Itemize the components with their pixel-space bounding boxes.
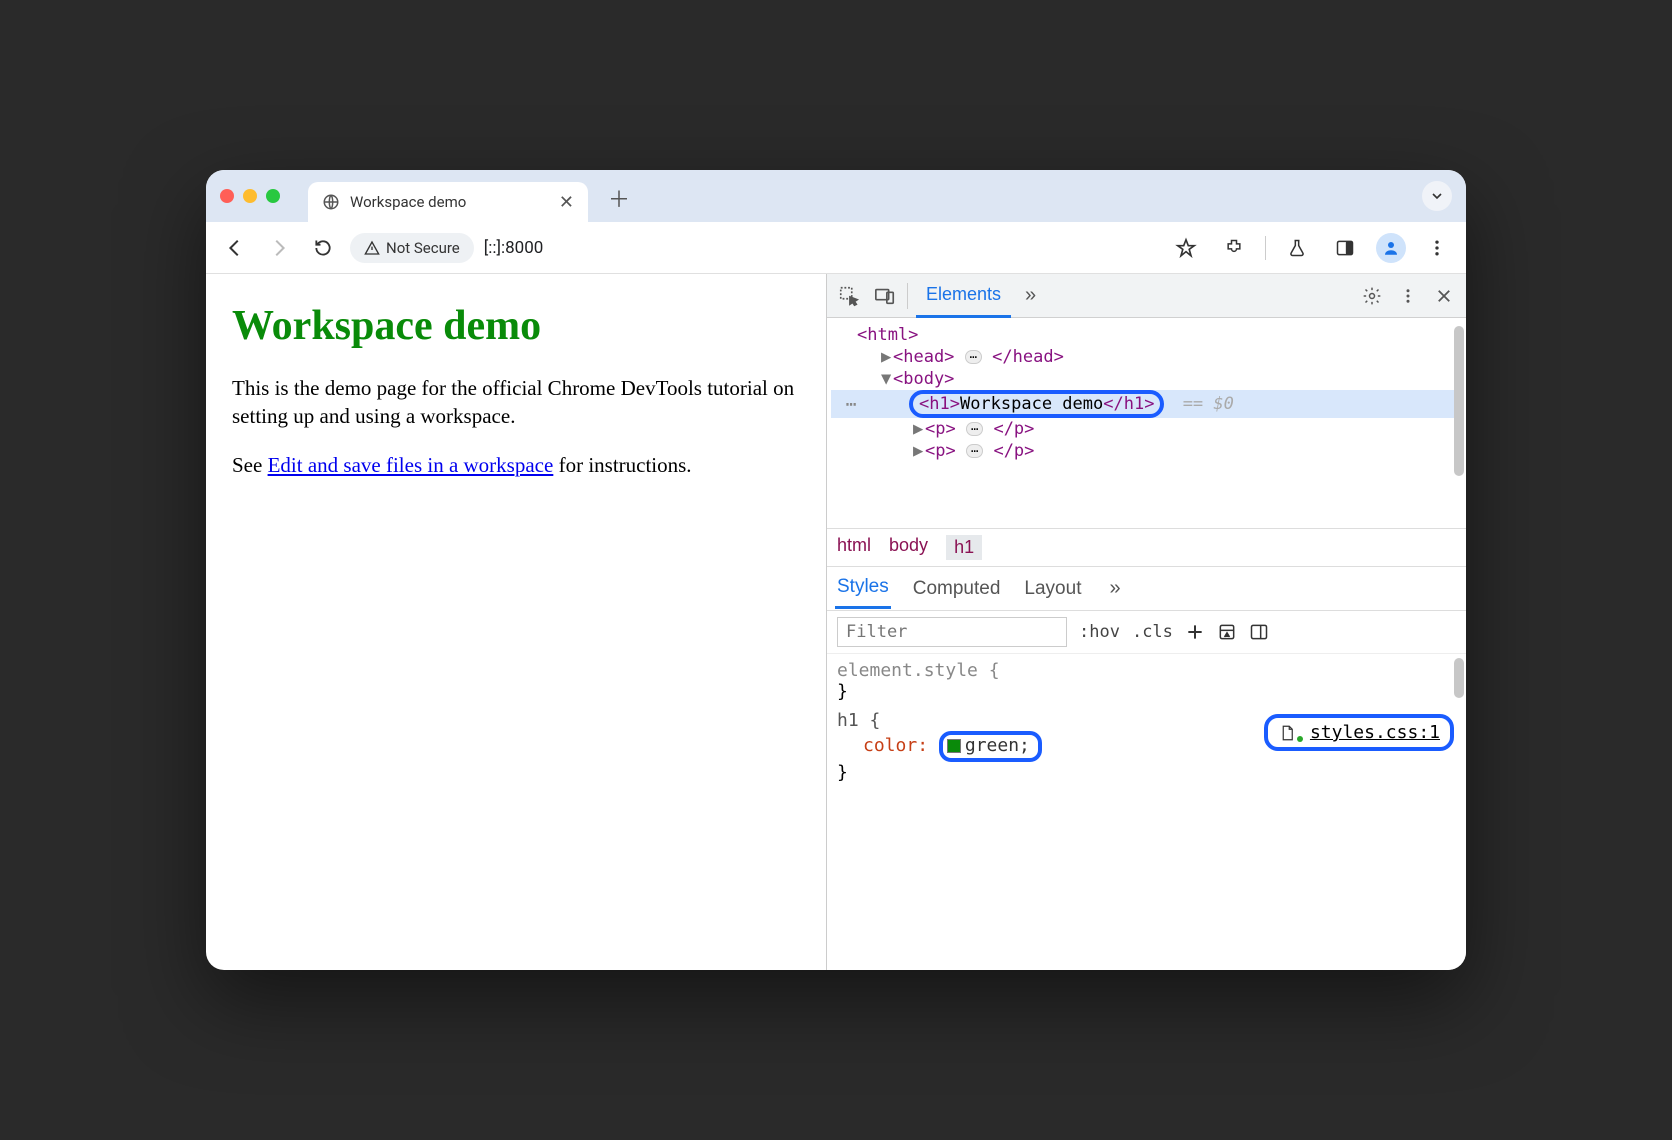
dom-h1-open: <h1> bbox=[919, 394, 960, 414]
new-style-rule-icon[interactable] bbox=[1185, 622, 1205, 642]
color-value-highlight: green; bbox=[939, 731, 1042, 762]
source-link[interactable]: styles.css:1 bbox=[1264, 714, 1454, 751]
color-swatch-icon[interactable] bbox=[947, 739, 961, 753]
hov-toggle[interactable]: :hov bbox=[1079, 622, 1120, 642]
tab-layout[interactable]: Layout bbox=[1022, 570, 1083, 608]
ellipsis-icon[interactable]: ⋯ bbox=[966, 422, 983, 436]
breadcrumb-html[interactable]: html bbox=[837, 535, 871, 560]
scrollbar[interactable] bbox=[1454, 658, 1464, 698]
security-chip[interactable]: Not Secure bbox=[350, 233, 474, 263]
page-paragraph-1: This is the demo page for the official C… bbox=[232, 374, 800, 431]
breadcrumb-h1[interactable]: h1 bbox=[946, 535, 982, 560]
close-brace: } bbox=[837, 681, 1456, 702]
ellipsis-icon[interactable]: ⋯ bbox=[966, 444, 983, 458]
close-brace-2: } bbox=[837, 762, 1456, 783]
close-window-button[interactable] bbox=[220, 189, 234, 203]
dom-console-ref: == $0 bbox=[1183, 394, 1234, 414]
tab-styles[interactable]: Styles bbox=[835, 568, 891, 609]
dom-p-close-2: </p> bbox=[993, 441, 1034, 461]
dom-p-close: </p> bbox=[993, 419, 1034, 439]
back-button[interactable] bbox=[218, 231, 252, 265]
dom-node-actions-icon[interactable]: ⋯ bbox=[831, 394, 871, 415]
new-tab-button[interactable]: ＋ bbox=[598, 182, 640, 214]
tabs-menu-button[interactable] bbox=[1422, 181, 1452, 211]
browser-tab[interactable]: Workspace demo ✕ bbox=[308, 182, 588, 222]
labs-button[interactable] bbox=[1280, 231, 1314, 265]
side-panel-button[interactable] bbox=[1328, 231, 1362, 265]
dom-h1-text: Workspace demo bbox=[960, 394, 1103, 414]
cls-toggle[interactable]: .cls bbox=[1132, 622, 1173, 642]
p2-prefix: See bbox=[232, 453, 268, 477]
browser-window: Workspace demo ✕ ＋ Not Secure [::]:8000 bbox=[206, 170, 1466, 970]
dom-head-close: </head> bbox=[992, 347, 1064, 367]
styles-filter-input[interactable] bbox=[837, 617, 1067, 647]
tabs-overflow-icon[interactable]: » bbox=[1019, 284, 1042, 307]
forward-button[interactable] bbox=[262, 231, 296, 265]
dom-h1-close: </h1> bbox=[1103, 394, 1154, 414]
warning-icon bbox=[364, 240, 380, 256]
menu-button[interactable] bbox=[1420, 231, 1454, 265]
workspace-tutorial-link[interactable]: Edit and save files in a workspace bbox=[268, 453, 554, 477]
dom-body-open: <body> bbox=[893, 369, 954, 389]
element-style-rule[interactable]: element.style { } bbox=[837, 660, 1456, 702]
close-devtools-icon[interactable] bbox=[1430, 282, 1458, 310]
dom-head-open: <head> bbox=[893, 347, 954, 367]
color-value[interactable]: green; bbox=[965, 735, 1030, 756]
extensions-button[interactable] bbox=[1217, 231, 1251, 265]
styles-rules[interactable]: element.style { } h1 { color: green; } bbox=[827, 654, 1466, 970]
browser-toolbar: Not Secure [::]:8000 bbox=[206, 222, 1466, 274]
page-content: Workspace demo This is the demo page for… bbox=[206, 274, 826, 970]
window-controls bbox=[220, 189, 280, 203]
source-filename: styles.css:1 bbox=[1310, 722, 1440, 743]
styles-overflow-icon[interactable]: » bbox=[1103, 577, 1126, 600]
dom-html-open: <html> bbox=[857, 325, 918, 345]
dom-selected-node[interactable]: ⋯ <h1>Workspace demo</h1> == $0 bbox=[831, 390, 1460, 418]
url-text: [::]:8000 bbox=[484, 238, 544, 258]
page-paragraph-2: See Edit and save files in a workspace f… bbox=[232, 451, 800, 479]
devtools-menu-icon[interactable] bbox=[1394, 282, 1422, 310]
device-toolbar-icon[interactable] bbox=[871, 282, 899, 310]
dom-p-open: <p> bbox=[925, 419, 956, 439]
devtools-panel: Elements » <html> ▶<head> ⋯ </head> ▼<bo… bbox=[826, 274, 1466, 970]
tab-computed[interactable]: Computed bbox=[911, 570, 1003, 608]
p2-suffix: for instructions. bbox=[553, 453, 691, 477]
devtools-tabbar: Elements » bbox=[827, 274, 1466, 318]
page-heading: Workspace demo bbox=[232, 302, 800, 350]
close-tab-icon[interactable]: ✕ bbox=[559, 192, 574, 213]
tab-title: Workspace demo bbox=[350, 193, 549, 211]
inspect-element-icon[interactable] bbox=[835, 282, 863, 310]
tab-elements[interactable]: Elements bbox=[916, 274, 1011, 318]
globe-icon bbox=[322, 193, 340, 211]
profile-avatar[interactable] bbox=[1376, 233, 1406, 263]
reload-button[interactable] bbox=[306, 231, 340, 265]
tab-strip: Workspace demo ✕ ＋ bbox=[206, 170, 1466, 222]
dom-breadcrumb: html body h1 bbox=[827, 528, 1466, 567]
scrollbar[interactable] bbox=[1454, 326, 1464, 476]
dom-tree[interactable]: <html> ▶<head> ⋯ </head> ▼<body> ⋯ <h1>W… bbox=[827, 318, 1466, 528]
settings-icon[interactable] bbox=[1358, 282, 1386, 310]
file-icon bbox=[1278, 724, 1296, 742]
minimize-window-button[interactable] bbox=[243, 189, 257, 203]
breadcrumb-body[interactable]: body bbox=[889, 535, 928, 560]
address-bar[interactable]: Not Secure [::]:8000 bbox=[350, 233, 543, 263]
dom-p-open-2: <p> bbox=[925, 441, 956, 461]
maximize-window-button[interactable] bbox=[266, 189, 280, 203]
computed-styles-icon[interactable] bbox=[1217, 622, 1237, 642]
toggle-sidebar-icon[interactable] bbox=[1249, 622, 1269, 642]
color-property: color bbox=[863, 735, 917, 756]
styles-toolbar: :hov .cls bbox=[827, 611, 1466, 654]
security-label: Not Secure bbox=[386, 239, 460, 257]
ellipsis-icon[interactable]: ⋯ bbox=[965, 350, 982, 364]
styles-tabbar: Styles Computed Layout » bbox=[827, 567, 1466, 611]
bookmark-button[interactable] bbox=[1169, 231, 1203, 265]
element-style-selector: element.style { bbox=[837, 660, 1456, 681]
